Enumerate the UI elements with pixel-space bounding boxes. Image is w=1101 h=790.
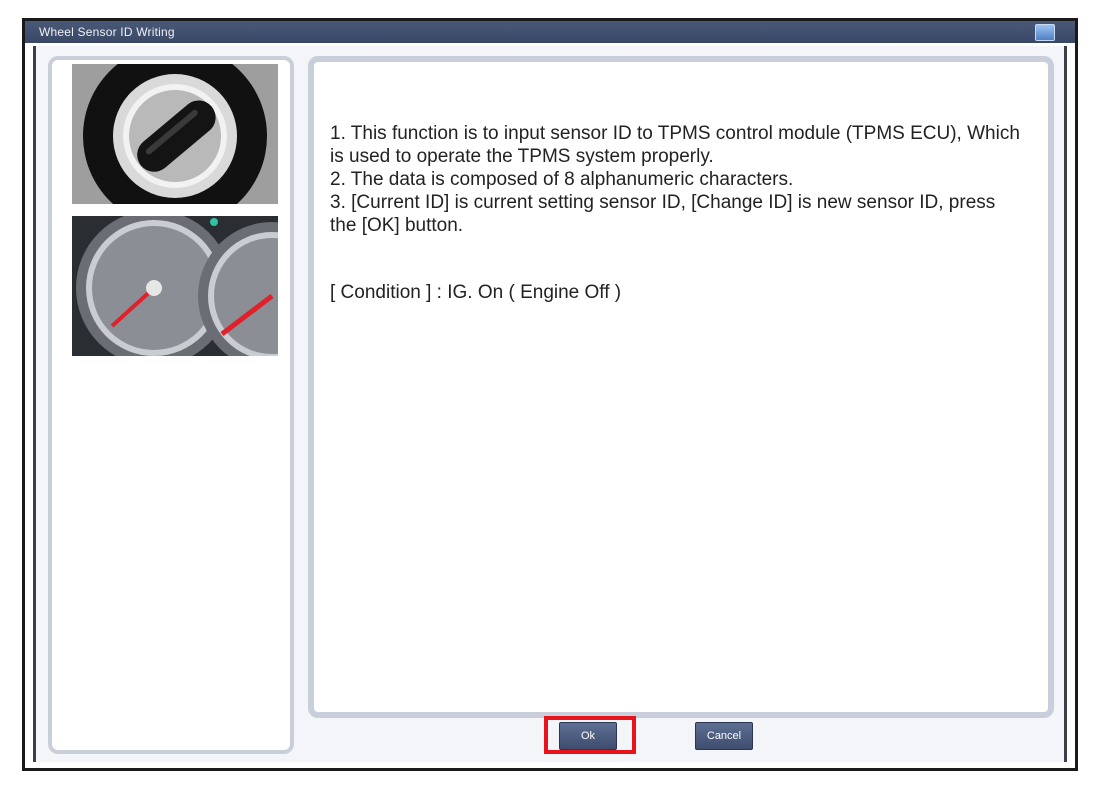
title-bar: Wheel Sensor ID Writing: [25, 21, 1075, 43]
help-icon[interactable]: [1035, 24, 1055, 41]
cancel-button[interactable]: Cancel: [695, 722, 753, 750]
instruction-line-2: 2. The data is composed of 8 alphanumeri…: [330, 169, 794, 190]
instrument-cluster-image: [72, 216, 278, 356]
sensor-id-writing-window: Wheel Sensor ID Writing 1. This function…: [22, 18, 1078, 771]
instruction-line-3: 3. [Current ID] is current setting senso…: [330, 192, 996, 236]
button-bar: Ok Cancel: [36, 716, 1064, 756]
instructions-panel: 1. This function is to input sensor ID t…: [308, 56, 1054, 718]
condition-text: [ Condition ] : IG. On ( Engine Off ): [330, 282, 622, 303]
instruction-line-1: 1. This function is to input sensor ID t…: [330, 123, 1020, 167]
ignition-key-image: [72, 64, 278, 204]
image-panel: [48, 56, 294, 754]
ok-button[interactable]: Ok: [559, 722, 617, 750]
instructions-text: 1. This function is to input sensor ID t…: [330, 122, 1020, 304]
dialog-body: 1. This function is to input sensor ID t…: [33, 46, 1067, 762]
window-title: Wheel Sensor ID Writing: [39, 25, 175, 39]
